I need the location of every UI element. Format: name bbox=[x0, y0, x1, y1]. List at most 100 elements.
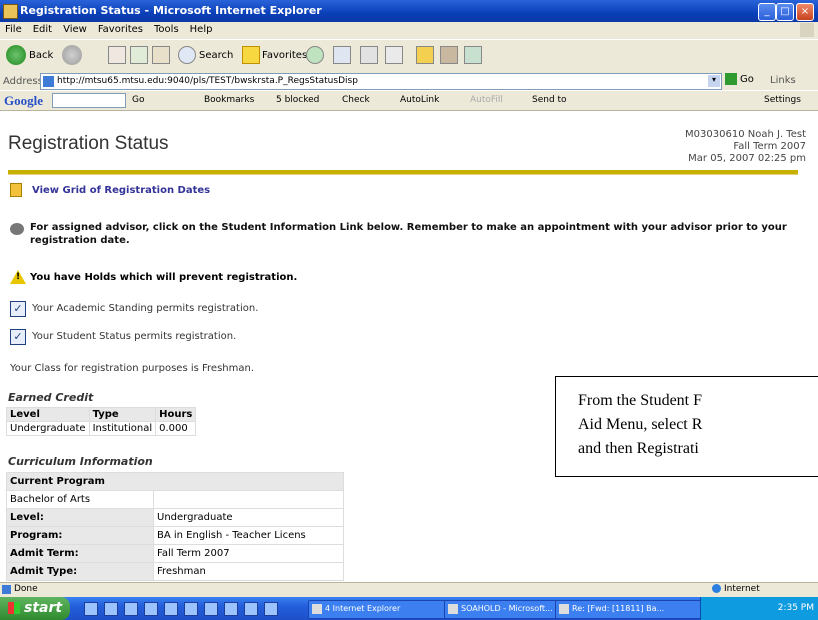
quicklaunch-icon[interactable] bbox=[224, 602, 238, 616]
class-text: Your Class for registration purposes is … bbox=[10, 363, 254, 374]
curriculum-title: Curriculum Information bbox=[8, 455, 153, 468]
popup-blocked-button[interactable]: 5 blocked bbox=[276, 95, 319, 105]
google-logo: Google bbox=[4, 93, 43, 108]
taskbar-item-email[interactable]: Re: [Fwd: [11811] Ba... bbox=[555, 600, 708, 619]
current-program-header: Current Program bbox=[6, 472, 344, 491]
forward-arrow-icon[interactable] bbox=[62, 45, 82, 65]
taskbar-item-internet-explorer[interactable]: 4 Internet Explorer bbox=[308, 600, 456, 619]
quicklaunch-icon[interactable] bbox=[264, 602, 278, 616]
windows-taskbar: start 4 Internet Explorer SOAHOLD - Micr… bbox=[0, 597, 818, 620]
warning-mark: ! bbox=[16, 272, 21, 282]
program-label: Program: bbox=[6, 526, 154, 545]
taskbar-item-soahold[interactable]: SOAHOLD - Microsoft... bbox=[444, 600, 567, 619]
address-url[interactable]: http://mtsu65.mtsu.edu:9040/pls/TEST/bws… bbox=[57, 76, 358, 86]
quicklaunch-icon[interactable] bbox=[204, 602, 218, 616]
back-arrow-icon[interactable] bbox=[6, 45, 26, 65]
close-button[interactable]: × bbox=[796, 3, 814, 21]
level-value: Undergraduate bbox=[153, 508, 344, 527]
student-id-name: M03030610 Noah J. Test bbox=[685, 129, 806, 140]
history-icon[interactable] bbox=[306, 46, 324, 64]
favorites-button-label[interactable]: Favorites bbox=[262, 50, 307, 61]
favorites-star-icon[interactable] bbox=[242, 46, 260, 64]
start-label: start bbox=[24, 600, 63, 616]
minimize-button[interactable]: _ bbox=[758, 3, 776, 21]
cell-level: Undergraduate bbox=[6, 421, 90, 436]
callout-line-2: Aid Menu, select R bbox=[578, 416, 703, 433]
print-icon[interactable] bbox=[360, 46, 378, 64]
menu-favorites[interactable]: Favorites bbox=[93, 22, 149, 35]
maximize-button[interactable]: □ bbox=[776, 3, 794, 21]
links-label[interactable]: Links bbox=[770, 75, 796, 86]
header-divider-shadow bbox=[8, 174, 798, 175]
autofill-button[interactable]: AutoFill bbox=[470, 95, 503, 105]
info-icon bbox=[10, 223, 24, 235]
registration-dates-link[interactable]: View Grid of Registration Dates bbox=[10, 183, 210, 197]
level-label: Level: bbox=[6, 508, 154, 527]
menu-file[interactable]: File bbox=[0, 22, 28, 35]
column-header-hours: Hours bbox=[155, 407, 197, 422]
go-arrow-icon bbox=[725, 73, 737, 85]
column-header-level: Level bbox=[6, 407, 90, 422]
callout-line-3: and then Registrati bbox=[578, 440, 699, 457]
mail-icon[interactable] bbox=[333, 46, 351, 64]
curriculum-table: Current Program Bachelor of Arts Level: U… bbox=[6, 472, 344, 581]
quicklaunch-icon[interactable] bbox=[104, 602, 118, 616]
menu-edit[interactable]: Edit bbox=[28, 22, 58, 35]
research-icon[interactable] bbox=[440, 46, 458, 64]
send-to-button[interactable]: Send to bbox=[532, 95, 567, 105]
autolink-button[interactable]: AutoLink bbox=[400, 95, 439, 105]
start-button[interactable]: start bbox=[0, 597, 70, 620]
back-button-label[interactable]: Back bbox=[29, 50, 53, 61]
menu-bar: File Edit View Favorites Tools Help bbox=[0, 22, 818, 39]
document-icon bbox=[10, 183, 22, 197]
spell-check-button[interactable]: Check bbox=[342, 95, 370, 105]
search-button-label[interactable]: Search bbox=[199, 50, 233, 61]
bookmarks-button[interactable]: Bookmarks bbox=[204, 95, 254, 105]
system-tray: 2:35 PM bbox=[700, 597, 818, 620]
internet-globe-icon bbox=[712, 584, 721, 593]
admit-term-label: Admit Term: bbox=[6, 544, 154, 563]
status-bar: Done Internet bbox=[0, 582, 818, 597]
search-icon[interactable] bbox=[178, 46, 196, 64]
chevron-down-icon[interactable]: ▾ bbox=[708, 75, 720, 87]
home-icon[interactable] bbox=[152, 46, 170, 64]
admit-term-value: Fall Term 2007 bbox=[153, 544, 344, 563]
page-done-icon bbox=[2, 585, 11, 594]
callout-line-1: From the Student F bbox=[578, 392, 703, 409]
settings-button[interactable]: Settings bbox=[764, 95, 801, 105]
go-button[interactable]: Go bbox=[725, 73, 765, 88]
page-title: Registration Status bbox=[8, 133, 169, 154]
google-go-button[interactable]: Go bbox=[132, 95, 144, 105]
window-title-bar: Registration Status - Microsoft Internet… bbox=[0, 0, 818, 22]
menu-help[interactable]: Help bbox=[185, 22, 219, 35]
earned-credit-table: Level Type Hours Undergraduate Instituti… bbox=[6, 407, 197, 436]
google-search-input[interactable] bbox=[52, 93, 126, 108]
quicklaunch-icon[interactable] bbox=[244, 602, 258, 616]
windows-logo-icon bbox=[800, 23, 814, 37]
table-row: Admit Term: Fall Term 2007 bbox=[6, 544, 344, 563]
program-name-empty bbox=[153, 490, 344, 509]
quicklaunch-icon[interactable] bbox=[144, 602, 158, 616]
folder-icon[interactable] bbox=[416, 46, 434, 64]
term-label: Fall Term 2007 bbox=[733, 141, 806, 152]
quicklaunch-icon[interactable] bbox=[184, 602, 198, 616]
address-label: Address bbox=[3, 76, 43, 87]
address-input[interactable]: http://mtsu65.mtsu.edu:9040/pls/TEST/bws… bbox=[40, 73, 722, 90]
registration-dates-link-text[interactable]: View Grid of Registration Dates bbox=[32, 185, 210, 196]
admit-type-value: Freshman bbox=[153, 562, 344, 581]
quicklaunch-icon[interactable] bbox=[84, 602, 98, 616]
quicklaunch-icon[interactable] bbox=[164, 602, 178, 616]
edit-icon[interactable] bbox=[385, 46, 403, 64]
stop-icon[interactable] bbox=[108, 46, 126, 64]
quick-launch bbox=[84, 602, 304, 616]
messenger-icon[interactable] bbox=[464, 46, 482, 64]
refresh-icon[interactable] bbox=[130, 46, 148, 64]
student-status-text: Your Student Status permits registration… bbox=[32, 331, 237, 342]
menu-tools[interactable]: Tools bbox=[149, 22, 185, 35]
advisor-note-text: For assigned advisor, click on the Stude… bbox=[30, 222, 787, 246]
menu-view[interactable]: View bbox=[58, 22, 93, 35]
earned-credit-title: Earned Credit bbox=[8, 391, 94, 404]
quicklaunch-icon[interactable] bbox=[124, 602, 138, 616]
table-row: Level: Undergraduate bbox=[6, 508, 344, 527]
admit-type-label: Admit Type: bbox=[6, 562, 154, 581]
